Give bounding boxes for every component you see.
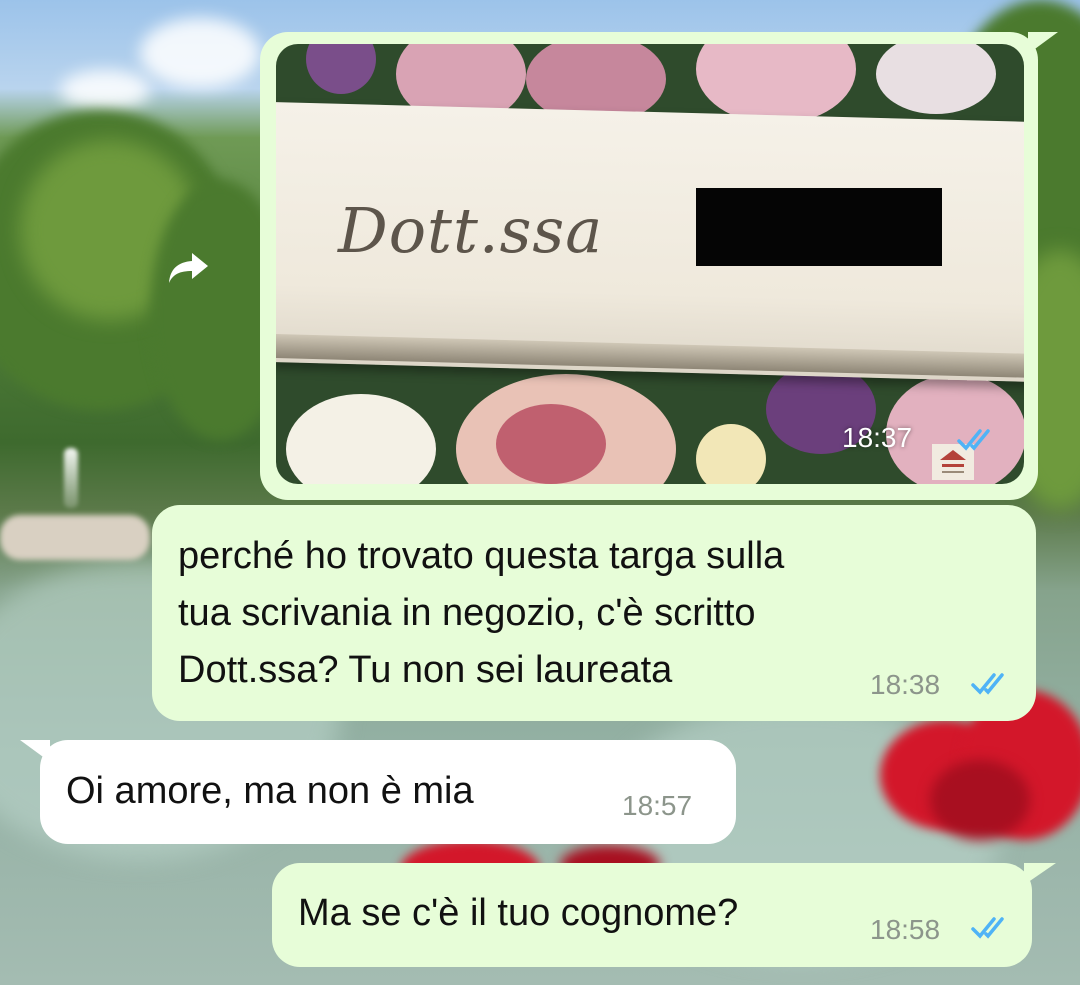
message-text-line: Ma se c'è il tuo cognome? [298,892,739,934]
message-photo[interactable]: Dott.ssa [276,44,1024,484]
double-check-icon [957,429,990,451]
forward-button[interactable] [163,246,215,290]
message-time: 18:58 [870,914,941,945]
message-time: 18:37 [842,422,913,453]
message-text-line: Oi amore, ma non è mia [66,770,474,812]
message-text-line: tua scrivania in negozio, c'è scritto [178,592,756,634]
forward-arrow-icon [169,253,208,283]
redaction-bar [696,188,942,266]
message-time: 18:57 [622,790,693,821]
double-check-icon [971,673,1004,695]
double-check-icon [971,917,1004,939]
message-text-line: perché ho trovato questa targa sulla [178,535,785,577]
message-time: 18:38 [870,669,941,700]
nameplate-text: Dott.ssa [338,194,604,267]
message-text-line: Dott.ssa? Tu non sei laureata [178,649,673,691]
